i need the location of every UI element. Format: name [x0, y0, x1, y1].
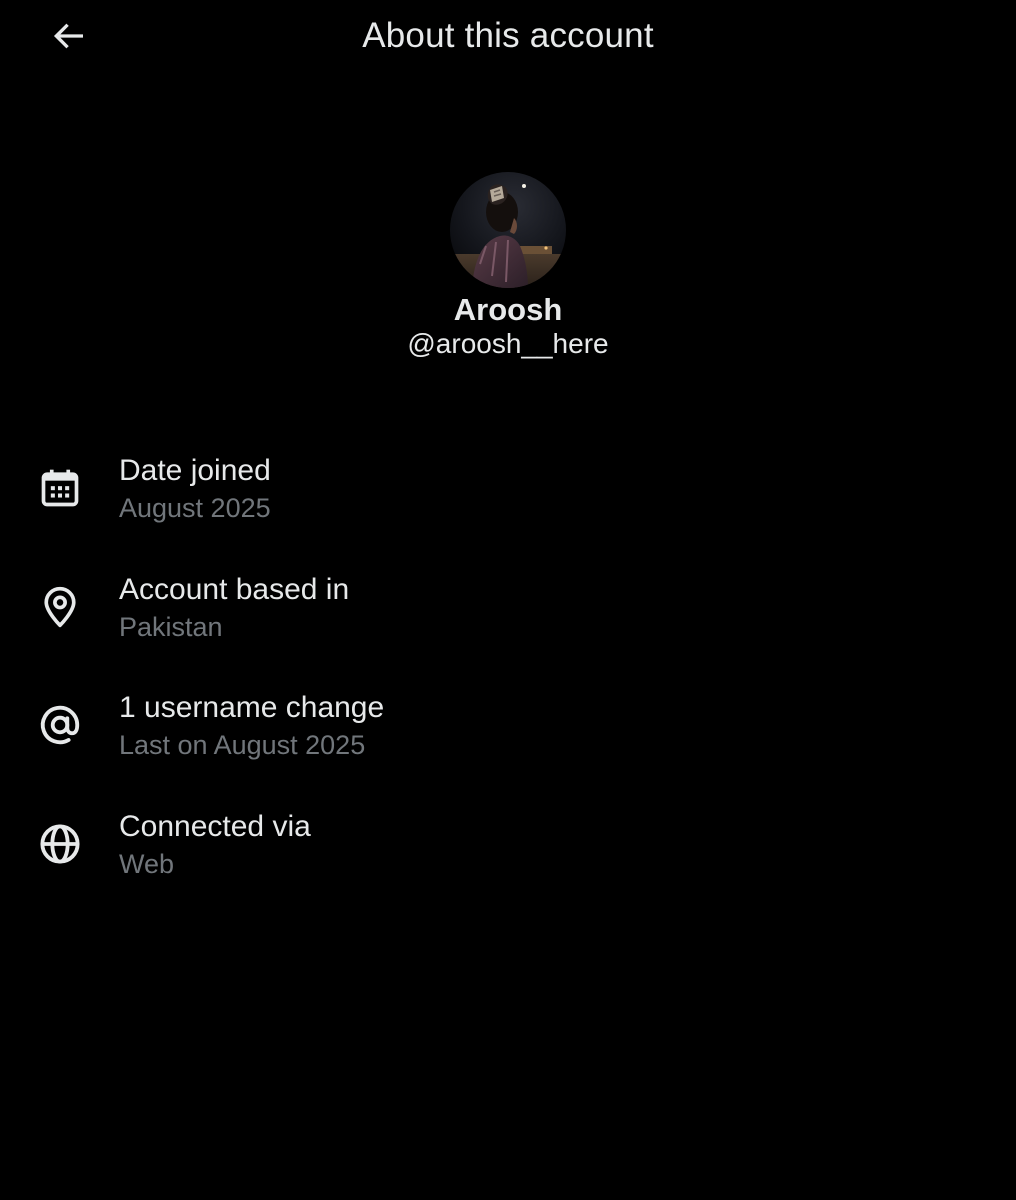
top-bar: About this account [0, 0, 1016, 72]
info-label: 1 username change [119, 691, 385, 724]
info-label: Account based in [119, 572, 350, 606]
info-label: Date joined [119, 454, 271, 487]
info-label: Connected via [119, 809, 311, 843]
username-handle: @aroosh__here [407, 328, 609, 359]
at-sign-icon [40, 705, 80, 745]
info-row-connected-via: Connected via Web [0, 806, 1016, 925]
account-info-list: Date joined August 2025 Account based in… [0, 450, 1016, 924]
info-value: Web [119, 848, 175, 879]
calendar-icon [41, 469, 79, 507]
page-title: About this account [362, 16, 654, 55]
profile-summary: Aroosh @aroosh__here [0, 172, 1016, 362]
info-value: Last on August 2025 [119, 730, 366, 760]
info-value: Pakistan [119, 611, 223, 642]
info-row-account-based-in: Account based in Pakistan [0, 569, 1016, 688]
info-row-username-changes: 1 username change Last on August 2025 [0, 687, 1016, 806]
avatar[interactable] [450, 172, 566, 288]
location-pin-icon [44, 586, 76, 627]
info-value: August 2025 [119, 493, 271, 523]
display-name: Aroosh [453, 292, 563, 327]
info-row-date-joined: Date joined August 2025 [0, 450, 1016, 569]
globe-icon [40, 823, 80, 864]
